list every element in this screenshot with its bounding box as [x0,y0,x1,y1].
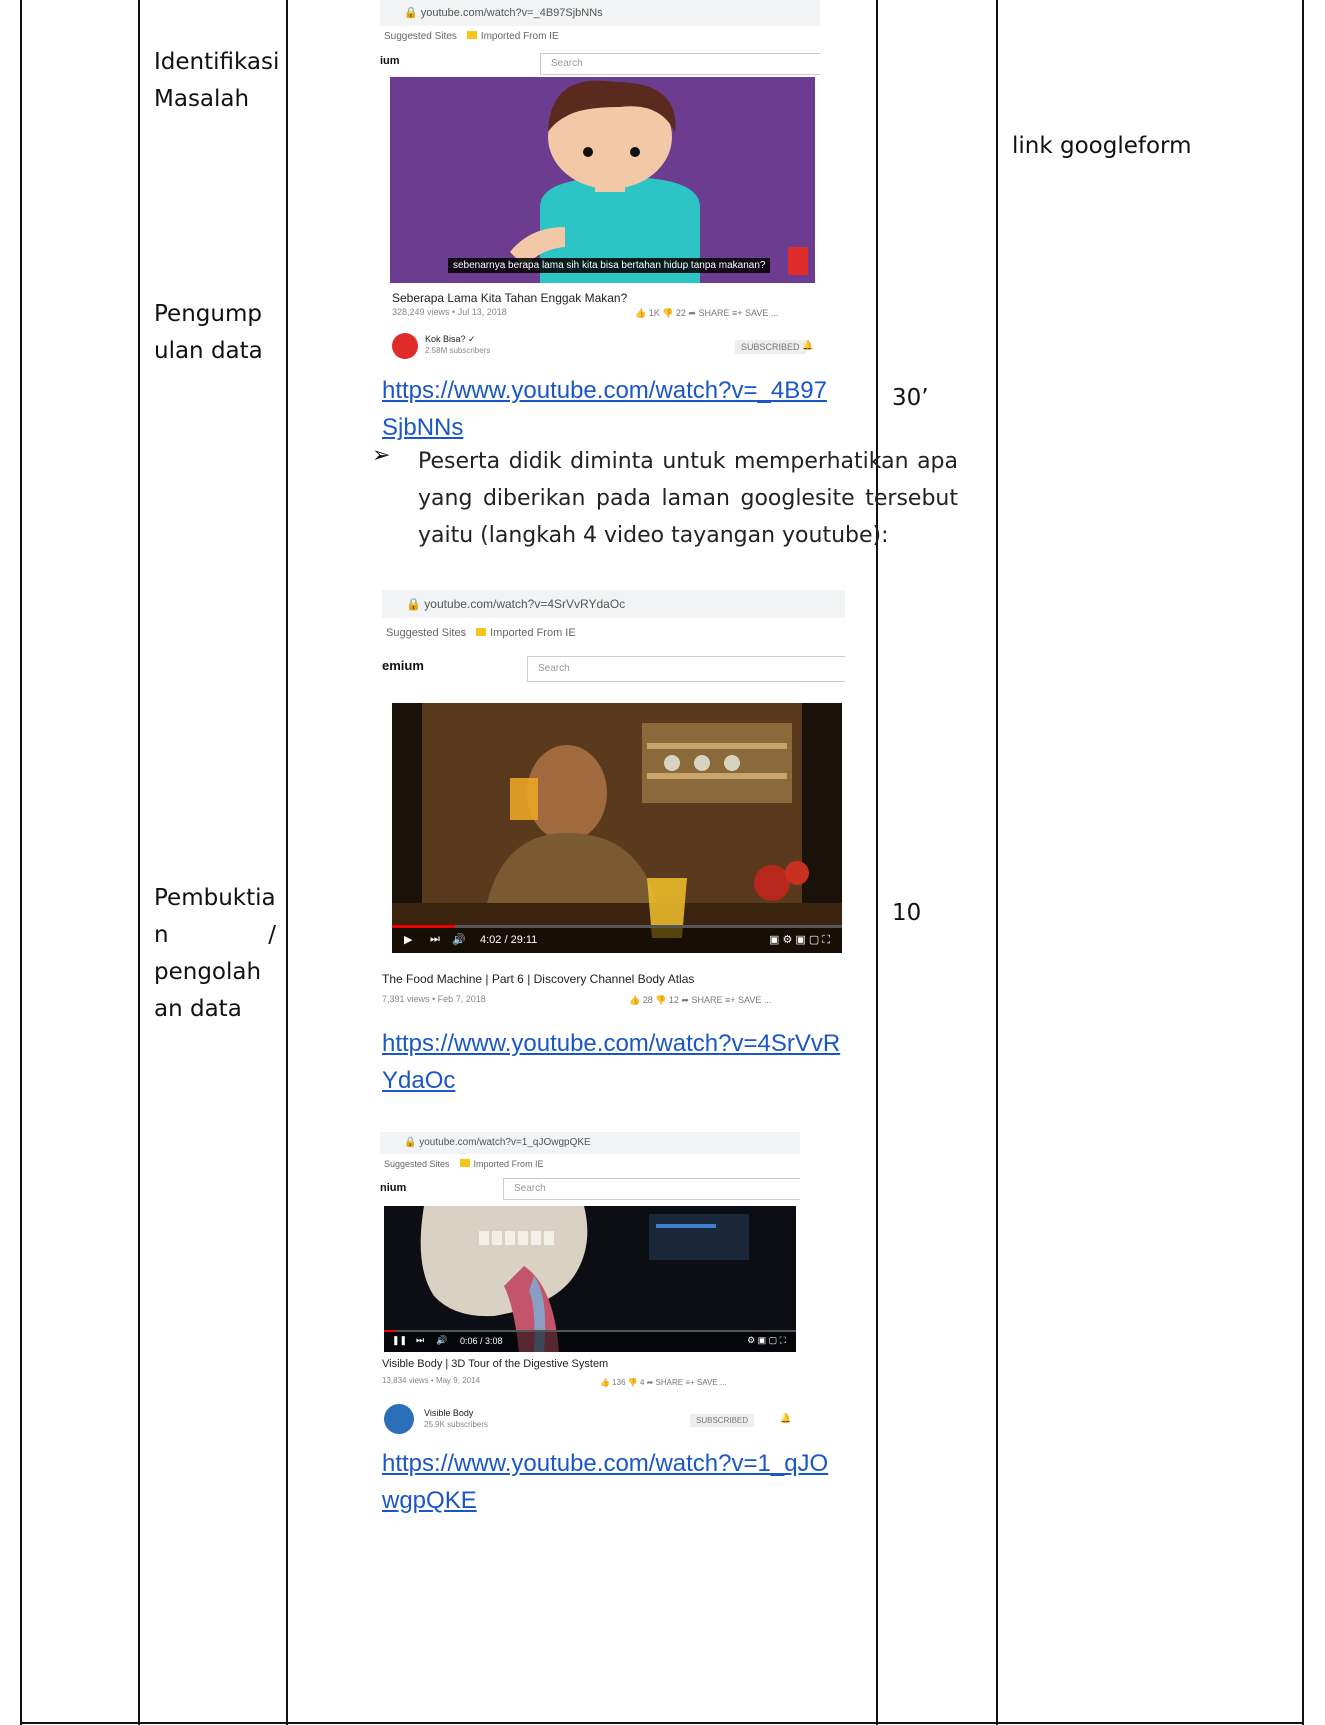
table-border-col4 [996,0,998,1725]
player-settings-icons: ▣ ⚙ ▣ ▢ ⛶ [769,934,830,946]
video-meta: 328,249 views • Jul 13, 2018 [392,307,507,317]
folder-icon [466,31,477,39]
video-subtitle: sebenarnya berapa lama sih kita bisa ber… [448,258,771,273]
video-title: The Food Machine | Part 6 | Discovery Ch… [382,972,695,986]
lock-icon: 🔒 [404,7,421,19]
video-frame-digestive: ❚❚ ⏭ 🔊 0:06 / 3:08 ⚙ ▣ ▢ ⛶ [384,1206,796,1352]
url-bar: 🔒 youtube.com/watch?v=_4B97SjbNNs [380,0,820,26]
table-border-col1 [138,0,140,1725]
subscribe-button: SUBSCRIBED [735,340,806,354]
table-border-right [1302,0,1304,1725]
video-link-3[interactable]: https://www.youtube.com/watch?v=1_qJO wgp… [382,1445,828,1519]
table-border-left [20,0,22,1725]
next-icon: ⏭ [416,1335,425,1345]
bookmarks-bar: Suggested Sites Imported From IE [384,1159,544,1169]
bookmarks-bar: Suggested Sites Imported From IE [386,627,576,639]
video-link-1[interactable]: https://www.youtube.com/watch?v=_4B97 Sjb… [382,372,827,446]
stage-pembuktian: Pembuktia n / pengolah an data [154,885,276,1022]
table-border-col2 [286,0,288,1725]
volume-icon: 🔊 [452,934,466,946]
player-settings-icons: ⚙ ▣ ▢ ⛶ [747,1335,786,1345]
video-frame-food-machine: ▶ ⏭ 🔊 4:02 / 29:11 ▣ ⚙ ▣ ▢ ⛶ [392,703,842,953]
stage-pengumpulan: Pengump ulan data [154,301,263,364]
play-icon: ▶ [404,934,413,946]
folder-icon [459,1159,470,1167]
bell-icon: 🔔 [780,1413,792,1423]
video-frame-cartoon: sebenarnya berapa lama sih kita bisa ber… [390,77,815,283]
youtube-screenshot-1: 🔒 youtube.com/watch?v=_4B97SjbNNs Sugges… [380,0,820,365]
bell-icon: 🔔 [802,340,814,350]
table-border-bottom [20,1722,1304,1724]
url-bar: 🔒 youtube.com/watch?v=1_qJOwgpQKE [380,1132,800,1154]
video-title: Seberapa Lama Kita Tahan Enggak Makan? [392,291,628,305]
youtube-screenshot-3: 🔒 youtube.com/watch?v=1_qJOwgpQKE Sugges… [380,1132,800,1450]
video-actions: 👍 136 👎 4 ➦ SHARE ≡+ SAVE ... [600,1378,727,1387]
volume-icon: 🔊 [436,1335,448,1345]
next-icon: ⏭ [430,933,440,945]
youtube-header: nium Search [380,1174,800,1206]
stage-identifikasi: Identifikasi Masalah [154,49,280,112]
video-actions: 👍 1K 👎 22 ➦ SHARE ≡+ SAVE ... [635,308,779,318]
pause-icon: ❚❚ [392,1335,408,1345]
video-actions: 👍 28 👎 12 ➦ SHARE ≡+ SAVE ... [629,995,772,1005]
cartoon-boy-illustration [510,80,808,283]
channel-name: Visible Body [424,1408,474,1418]
channel-subs: 25.9K subscribers [424,1420,489,1429]
time-10: 10 [892,900,922,926]
channel-name: Kok Bisa? ✓ [425,334,476,344]
instruction-paragraph: Peserta didik diminta untuk memperhatika… [418,449,958,548]
media-googleform: link googleform [1012,133,1192,159]
time-30: 30’ [892,385,929,411]
channel-avatar [392,333,418,359]
video-title: Visible Body | 3D Tour of the Digestive … [382,1358,609,1370]
lock-icon: 🔒 [406,597,425,611]
bullet-arrow-icon: ➢ [372,443,391,468]
table-border-col3 [876,0,878,1725]
youtube-screenshot-2: 🔒 youtube.com/watch?v=4SrVvRYdaOc Sugges… [382,590,845,1020]
bookmarks-bar: Suggested Sites Imported From IE [384,31,559,42]
video-link-2[interactable]: https://www.youtube.com/watch?v=4SrVvR Yd… [382,1025,840,1099]
video-meta: 13,834 views • May 9, 2014 [382,1376,480,1385]
video-controls: ▶ ⏭ 🔊 4:02 / 29:11 ▣ ⚙ ▣ ▢ ⛶ [392,925,842,953]
progress-bar [392,925,455,928]
lock-icon: 🔒 [404,1137,420,1148]
youtube-header: emium Search [382,648,845,688]
folder-icon [476,628,487,636]
channel-avatar [384,1404,414,1434]
channel-subs: 2.58M subscribers [425,346,491,355]
video-controls: ❚❚ ⏭ 🔊 0:06 / 3:08 ⚙ ▣ ▢ ⛶ [384,1330,796,1352]
progress-bar [384,1330,397,1332]
man-drinking-juice-scene [392,703,842,953]
video-meta: 7,391 views • Feb 7, 2018 [382,994,486,1004]
subscribe-button: SUBSCRIBED [690,1414,755,1427]
url-bar: 🔒 youtube.com/watch?v=4SrVvRYdaOc [382,590,845,618]
youtube-header: ium Search [380,48,820,78]
